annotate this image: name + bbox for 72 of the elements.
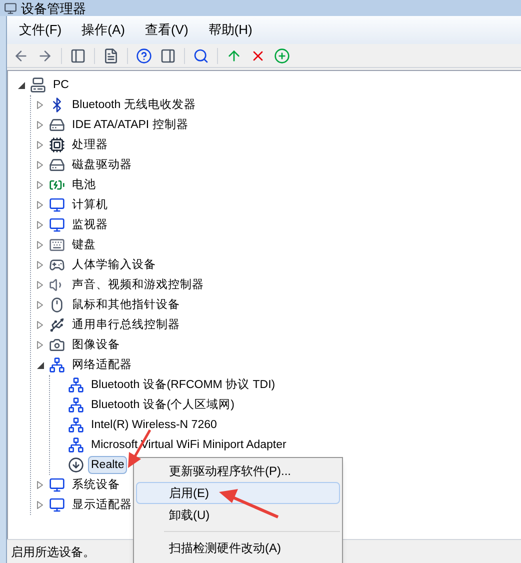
tree-item[interactable]: 监视器 [69, 216, 111, 234]
tree-item[interactable]: 网络适配器 [69, 356, 135, 374]
expand-arrow-icon[interactable] [37, 201, 43, 209]
network-icon [68, 397, 84, 413]
expand-arrow-icon[interactable] [37, 181, 43, 189]
tree-item[interactable]: Bluetooth 设备(个人区域网) [88, 396, 238, 414]
context-menu-item[interactable]: 启用(E) [136, 482, 340, 504]
tree-item[interactable]: 键盘 [69, 236, 99, 254]
tree-item[interactable]: 通用串行总线控制器 [69, 316, 183, 334]
tree-item[interactable]: Bluetooth 无线电收发器 [69, 96, 199, 114]
computer-icon [30, 77, 46, 93]
expand-arrow-icon[interactable] [37, 141, 43, 149]
tree-item[interactable]: 声音、视频和游戏控制器 [69, 276, 207, 294]
status-text: 启用所选设备。 [11, 544, 95, 560]
window-icon [4, 2, 17, 14]
annotation-arrow-icon [218, 487, 280, 519]
monitor-icon [49, 217, 65, 233]
expand-arrow-icon[interactable] [37, 101, 43, 109]
expand-arrow-icon[interactable] [37, 261, 43, 269]
tree-item[interactable]: PC [50, 76, 72, 94]
network-disabled-icon [68, 457, 84, 473]
tree-item[interactable]: Microsoft Virtual WiFi Miniport Adapter [88, 436, 290, 454]
expand-arrow-icon[interactable] [37, 241, 43, 249]
window-title: 设备管理器 [21, 2, 86, 14]
gamepad-icon [49, 257, 65, 273]
tree-item[interactable]: 人体学输入设备 [69, 256, 159, 274]
context-menu-item[interactable]: 更新驱动程序软件(P)... [136, 460, 340, 482]
tree-item[interactable]: IDE ATA/ATAPI 控制器 [69, 116, 192, 134]
menu-item[interactable]: 查看(V) [136, 20, 196, 40]
drive-icon [49, 157, 65, 173]
tree-item[interactable]: 系统设备 [69, 476, 123, 494]
expand-arrow-icon[interactable] [37, 481, 43, 489]
context-menu-item[interactable]: 卸载(U) [136, 504, 340, 526]
camera-icon [49, 337, 65, 353]
collapse-arrow-icon[interactable] [36, 362, 44, 368]
tree-item[interactable]: 处理器 [69, 136, 111, 154]
monitor-icon [49, 497, 65, 513]
network-icon [49, 357, 65, 373]
expand-arrow-icon[interactable] [37, 221, 43, 229]
tree-item[interactable]: Realte [88, 456, 128, 474]
menu-item[interactable]: 文件(F) [11, 20, 70, 40]
tree-item[interactable]: 计算机 [69, 196, 111, 214]
tree-item[interactable]: 显示适配器 [69, 496, 135, 514]
drive-icon [49, 117, 65, 133]
expand-arrow-icon[interactable] [37, 321, 43, 329]
network-icon [68, 377, 84, 393]
mouse-icon [49, 297, 65, 313]
monitor-icon [49, 197, 65, 213]
keyboard-icon [49, 237, 65, 253]
expand-arrow-icon[interactable] [37, 301, 43, 309]
chip-icon [49, 137, 65, 153]
expand-arrow-icon[interactable] [37, 281, 43, 289]
tree-item[interactable]: 鼠标和其他指针设备 [69, 296, 183, 314]
monitor-icon [49, 477, 65, 493]
expand-arrow-icon[interactable] [37, 161, 43, 169]
help-icon[interactable] [134, 46, 154, 66]
tree-item[interactable]: Intel(R) Wireless-N 7260 [88, 416, 220, 434]
usb-icon [49, 317, 65, 333]
collapse-arrow-icon[interactable] [18, 82, 24, 88]
tree-item[interactable]: Bluetooth 设备(RFCOMM 协议 TDI) [88, 376, 278, 394]
tree-item[interactable]: 电池 [69, 176, 99, 194]
network-icon [68, 437, 84, 453]
expand-arrow-icon[interactable] [37, 121, 43, 129]
expand-arrow-icon[interactable] [37, 501, 43, 509]
network-icon [68, 417, 84, 433]
menu-item[interactable]: 帮助(H) [200, 20, 260, 40]
expand-arrow-icon[interactable] [37, 341, 43, 349]
plus-icon[interactable] [272, 46, 292, 66]
menu-item[interactable]: 操作(A) [74, 20, 133, 40]
context-menu-item[interactable]: 扫描检测硬件改动(A) [136, 537, 340, 559]
tree-item[interactable]: 图像设备 [69, 336, 123, 354]
tree-item[interactable]: 磁盘驱动器 [69, 156, 135, 174]
